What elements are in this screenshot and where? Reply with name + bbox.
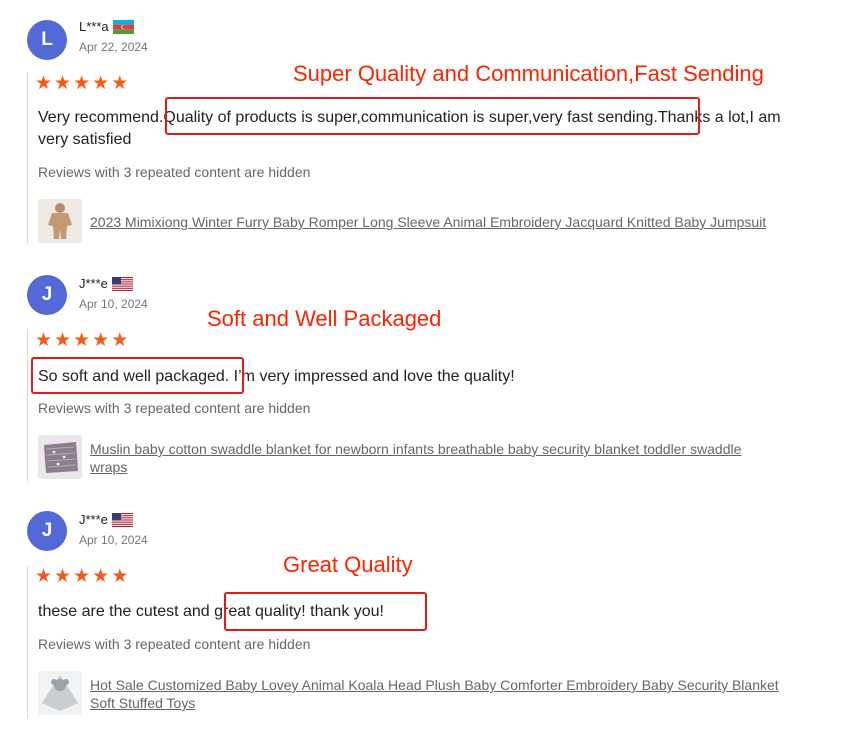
star-icon: ★ xyxy=(92,566,110,587)
review-date: Apr 10, 2024 xyxy=(79,533,148,547)
divider xyxy=(27,566,28,718)
annotation-callout: Super Quality and Communication,Fast Sen… xyxy=(293,61,764,86)
annotation-callout: Soft and Well Packaged xyxy=(207,306,442,331)
review-card: J J***e Apr 10, 2024 ★ ★ ★ ★ ★ Great Qua… xyxy=(0,0,863,718)
usa-flag-icon xyxy=(111,276,133,291)
baby-romper-thumbnail-icon[interactable] xyxy=(38,199,82,243)
review-date: Apr 10, 2024 xyxy=(79,297,148,311)
product-link[interactable]: Hot Sale Customized Baby Lovey Animal Ko… xyxy=(90,676,779,694)
highlight-box xyxy=(31,357,244,394)
usa-flag-icon xyxy=(111,512,133,527)
product-link[interactable]: 2023 Mimixiong Winter Furry Baby Romper … xyxy=(90,213,766,231)
reviewer-name: J***e xyxy=(79,512,133,527)
star-icon: ★ xyxy=(54,73,72,94)
reviewer-name: L***a xyxy=(79,19,134,34)
hidden-reviews-note: Reviews with 3 repeated content are hidd… xyxy=(38,400,311,416)
star-icon: ★ xyxy=(73,566,91,587)
star-rating: ★ ★ ★ ★ ★ xyxy=(35,74,128,93)
divider xyxy=(27,329,28,481)
avatar: J xyxy=(27,275,67,315)
star-icon: ★ xyxy=(35,73,53,94)
azerbaijan-flag-icon xyxy=(112,19,134,34)
star-icon: ★ xyxy=(54,330,72,351)
star-icon: ★ xyxy=(35,330,53,351)
avatar: L xyxy=(27,20,67,60)
star-icon: ★ xyxy=(92,73,110,94)
star-icon: ★ xyxy=(92,330,110,351)
divider xyxy=(27,72,28,244)
highlight-box xyxy=(165,97,700,135)
reviewer-name-text: J***e xyxy=(79,276,108,291)
review-text-line: very satisfied xyxy=(38,131,132,148)
review-date: Apr 22, 2024 xyxy=(79,40,148,54)
koala-lovey-thumbnail-icon[interactable] xyxy=(38,671,82,715)
hidden-reviews-note: Reviews with 3 repeated content are hidd… xyxy=(38,636,311,652)
star-icon: ★ xyxy=(111,330,129,351)
star-rating: ★ ★ ★ ★ ★ xyxy=(35,331,128,350)
reviewer-name: J***e xyxy=(79,276,133,291)
annotation-callout: Great Quality xyxy=(283,552,413,577)
avatar: J xyxy=(27,511,67,551)
star-rating: ★ ★ ★ ★ ★ xyxy=(35,567,128,586)
product-link[interactable]: Muslin baby cotton swaddle blanket for n… xyxy=(90,440,741,458)
star-icon: ★ xyxy=(35,566,53,587)
highlight-box xyxy=(224,592,427,631)
star-icon: ★ xyxy=(111,73,129,94)
product-link[interactable]: Soft Stuffed Toys xyxy=(90,694,195,712)
star-icon: ★ xyxy=(73,330,91,351)
star-icon: ★ xyxy=(111,566,129,587)
reviewer-name-text: L***a xyxy=(79,19,109,34)
swaddle-blanket-thumbnail-icon[interactable] xyxy=(38,435,82,479)
star-icon: ★ xyxy=(54,566,72,587)
product-link[interactable]: wraps xyxy=(90,458,127,476)
reviewer-name-text: J***e xyxy=(79,512,108,527)
hidden-reviews-note: Reviews with 3 repeated content are hidd… xyxy=(38,164,311,180)
review-card: L L***a Apr 22, 2024 ★ ★ ★ ★ ★ Super Qua… xyxy=(0,0,863,250)
star-icon: ★ xyxy=(73,73,91,94)
